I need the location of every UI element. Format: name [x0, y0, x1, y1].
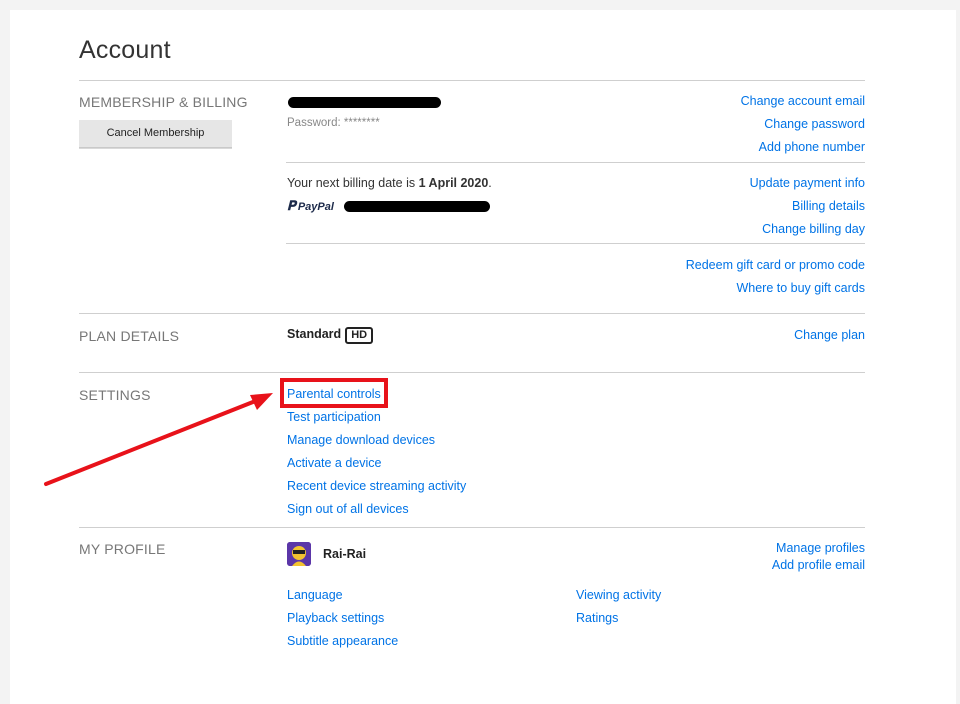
annotation-arrow: [44, 393, 273, 486]
